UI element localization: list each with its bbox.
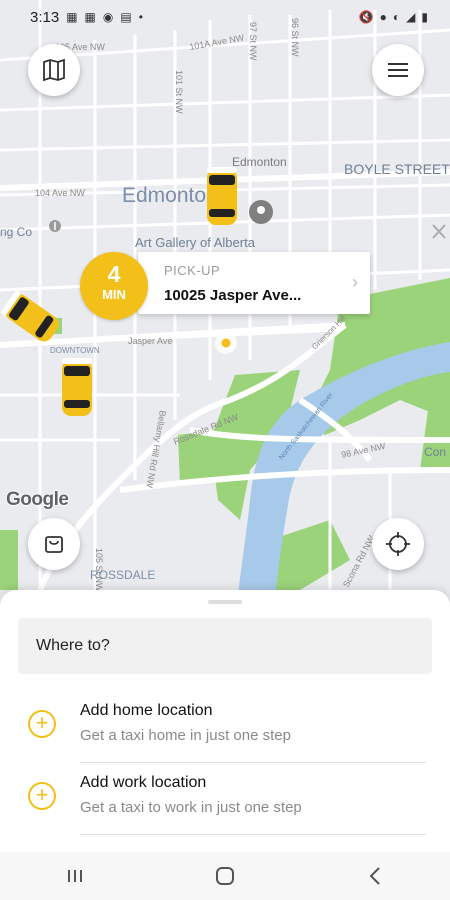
map-layers-button[interactable] xyxy=(28,44,80,96)
home-button[interactable] xyxy=(195,852,255,900)
pickup-label: PICK-UP xyxy=(164,263,221,278)
map-label-street: 104 Ave NW xyxy=(35,188,85,198)
recent-apps-button[interactable] xyxy=(45,852,105,900)
add-home-location-item[interactable]: + Add home location Get a taxi home in j… xyxy=(0,694,450,766)
recenter-button[interactable] xyxy=(372,518,424,570)
bottom-sheet: Where to? + Add home location Get a taxi… xyxy=(0,590,450,852)
google-logo: Google xyxy=(6,489,69,510)
home-location-title: Add home location xyxy=(80,702,213,719)
eta-badge: 4 MIN xyxy=(80,252,148,320)
back-button[interactable] xyxy=(345,852,405,900)
message-icon: ▦ xyxy=(84,10,96,24)
map-label-city: Edmonton xyxy=(122,184,218,207)
map-label-place: Con xyxy=(424,445,446,459)
divider xyxy=(80,834,426,835)
shopping-bag-icon xyxy=(45,536,63,553)
map-label-street: Jasper Ave xyxy=(128,336,172,346)
location-icon: ● xyxy=(379,10,387,24)
home-location-subtitle: Get a taxi home in just one step xyxy=(80,727,291,744)
eta-minutes: 4 xyxy=(107,261,121,287)
park-area xyxy=(0,530,18,590)
wifi-icon: ◐ xyxy=(392,10,401,24)
signal-icon: ◢ xyxy=(406,10,416,24)
museum-pin-icon xyxy=(249,200,273,224)
pickup-location-dot xyxy=(221,338,231,348)
map-label-place: Art Gallery of Alberta xyxy=(135,235,256,250)
status-bar: 3:13 ▦ ▦ ◉ ▤ • 🔇 ● ◐ ◢ ▮ xyxy=(0,0,450,34)
map-icon xyxy=(43,58,65,82)
destination-search-input[interactable]: Where to? xyxy=(18,618,432,674)
map-label-district: BOYLE STREET xyxy=(344,161,450,177)
map-label-street: 101 St NW xyxy=(174,70,184,114)
menu-button[interactable] xyxy=(372,44,424,96)
system-nav-bar xyxy=(0,852,450,900)
plus-circle-icon: + xyxy=(28,782,56,810)
map-label-place: ng Co xyxy=(0,225,32,239)
sheet-drag-handle[interactable] xyxy=(208,600,242,604)
map-label-district: DOWNTOWN xyxy=(50,346,100,355)
add-work-location-item[interactable]: + Add work location Get a taxi to work i… xyxy=(0,766,450,838)
pickup-address: 10025 Jasper Ave... xyxy=(164,287,302,304)
restaurant-pin-icon xyxy=(49,220,61,232)
chevron-right-icon: › xyxy=(352,272,358,292)
bag-button[interactable] xyxy=(28,518,80,570)
plus-circle-icon: + xyxy=(28,710,56,738)
status-right: 🔇 ● ◐ ◢ ▮ xyxy=(359,10,428,24)
map-label-district: ROSSDALE xyxy=(90,568,155,582)
status-left: 3:13 ▦ ▦ ◉ ▤ • xyxy=(30,9,143,26)
work-location-title: Add work location xyxy=(80,774,207,791)
image-icon: ▤ xyxy=(120,10,132,24)
status-time: 3:13 xyxy=(30,8,60,26)
taxi-car-icon xyxy=(207,167,237,225)
dot-icon: • xyxy=(138,10,143,24)
work-location-subtitle: Get a taxi to work in just one step xyxy=(80,799,302,816)
taxi-car-icon xyxy=(62,358,92,416)
divider xyxy=(80,762,426,763)
crosshair-icon xyxy=(386,532,410,556)
recent-apps-icon xyxy=(68,870,82,882)
message-icon: ▦ xyxy=(66,10,78,24)
eta-unit: MIN xyxy=(102,287,126,302)
map-label-place: Edmonton xyxy=(232,155,287,169)
back-icon xyxy=(369,867,380,885)
pickup-address-box[interactable]: PICK-UP 10025 Jasper Ave... › xyxy=(138,252,370,314)
hamburger-icon xyxy=(388,63,408,77)
mute-icon: 🔇 xyxy=(358,10,374,24)
pickup-card[interactable]: 4 MIN PICK-UP 10025 Jasper Ave... › xyxy=(80,252,370,320)
mask-icon: ◉ xyxy=(102,10,114,24)
home-icon xyxy=(216,867,234,885)
battery-icon: ▮ xyxy=(421,10,428,24)
